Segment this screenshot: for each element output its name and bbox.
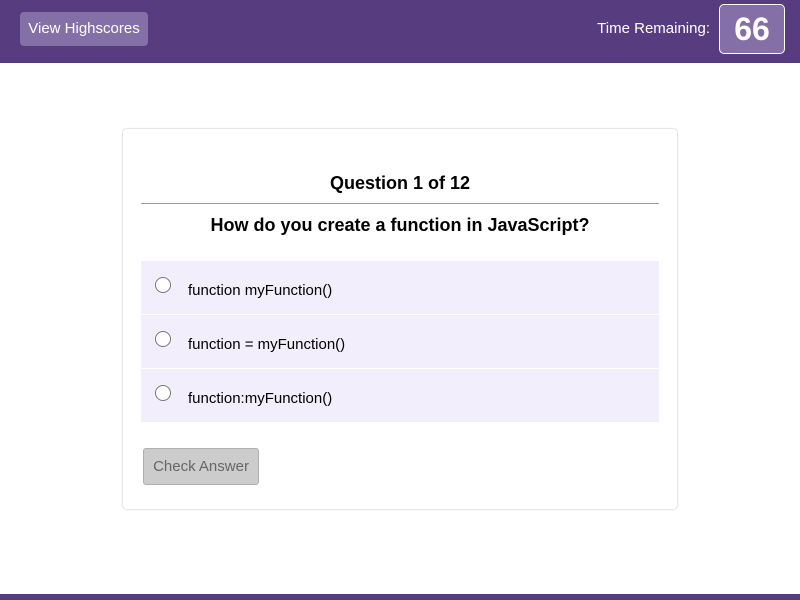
answer-option-label: function:myFunction() (188, 390, 333, 407)
answer-options: function myFunction() function = myFunct… (141, 261, 659, 423)
radio-button-2[interactable] (155, 331, 171, 347)
app-header: View Highscores Time Remaining: 66 (0, 0, 800, 63)
answer-option-label: function = myFunction() (188, 336, 346, 353)
timer-display: 66 (719, 4, 785, 54)
answer-option-1[interactable]: function myFunction() (141, 261, 659, 314)
check-answer-button[interactable]: Check Answer (143, 448, 259, 485)
view-highscores-button[interactable]: View Highscores (20, 12, 148, 46)
answer-option-2[interactable]: function = myFunction() (141, 315, 659, 368)
time-remaining-label: Time Remaining: (597, 20, 710, 37)
answer-option-3[interactable]: function:myFunction() (141, 369, 659, 422)
question-divider (141, 203, 659, 204)
quiz-card: Question 1 of 12 How do you create a fun… (122, 128, 678, 510)
radio-button-3[interactable] (155, 385, 171, 401)
question-counter: Question 1 of 12 (329, 173, 471, 193)
question-text: How do you create a function in JavaScri… (210, 215, 590, 235)
answer-option-label: function myFunction() (188, 282, 333, 299)
radio-button-1[interactable] (155, 277, 171, 293)
footer-bar (0, 594, 800, 600)
